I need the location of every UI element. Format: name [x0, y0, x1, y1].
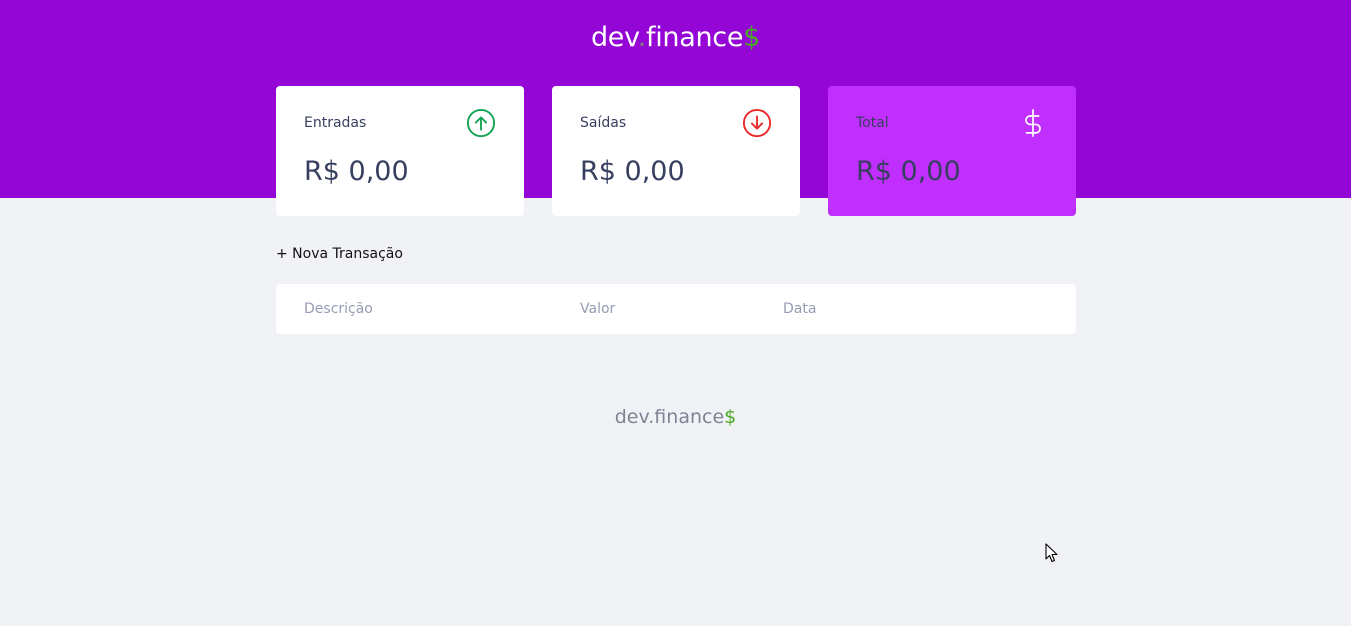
dollar-sign-icon — [1018, 108, 1048, 138]
new-transaction-button[interactable]: + Nova Transação — [276, 246, 403, 262]
transactions-table-header: Descrição Valor Data — [276, 284, 1076, 334]
income-card: Entradas R$ 0,00 — [276, 86, 524, 216]
income-card-title: Entradas — [304, 115, 367, 131]
arrow-up-circle-icon — [466, 108, 496, 138]
expense-card-title: Saídas — [580, 115, 627, 131]
expense-card: Saídas R$ 0,00 — [552, 86, 800, 216]
app-logo: dev.finance$ — [590, 22, 761, 53]
expense-card-value: R$ 0,00 — [580, 156, 685, 187]
footer-logo: dev.finance$ — [614, 406, 737, 428]
total-card: Total R$ 0,00 — [828, 86, 1076, 216]
total-card-value: R$ 0,00 — [856, 156, 961, 187]
column-header-date: Data — [783, 301, 817, 317]
arrow-down-circle-icon — [742, 108, 772, 138]
total-card-title: Total — [856, 115, 889, 131]
column-header-value: Valor — [580, 301, 616, 317]
mouse-cursor-icon — [1045, 543, 1058, 563]
income-card-value: R$ 0,00 — [304, 156, 409, 187]
app-footer: dev.finance$ — [0, 406, 1351, 428]
column-header-description: Descrição — [304, 301, 373, 317]
